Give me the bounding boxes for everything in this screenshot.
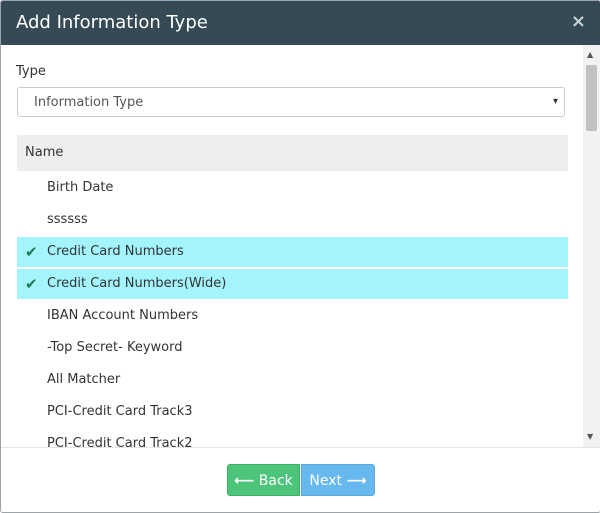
dialog-title: Add Information Type: [16, 12, 208, 33]
type-select-value: Information Type: [34, 95, 144, 110]
checkmark-icon: ✔: [25, 243, 38, 261]
row-label: IBAN Account Numbers: [47, 308, 199, 323]
type-label: Type: [16, 64, 46, 79]
table-row[interactable]: -Top Secret- Keyword: [17, 333, 568, 363]
back-button-label: Back: [258, 473, 293, 489]
information-type-table: Name Birth Date ssssss ✔ Credit Card Number…: [17, 135, 568, 447]
scrollbar-thumb[interactable]: [586, 65, 597, 131]
table-row[interactable]: All Matcher: [17, 365, 568, 395]
dialog-body: Type Information Type ▾ Name Birth Date s…: [1, 45, 600, 447]
row-label: -Top Secret- Keyword: [47, 340, 183, 355]
back-button[interactable]: ⟵ Back: [227, 464, 300, 496]
scroll-up-icon[interactable]: ▲: [587, 51, 593, 59]
table-row[interactable]: PCI-Credit Card Track2: [17, 429, 568, 447]
column-header-name: Name: [17, 135, 568, 171]
table-row[interactable]: Birth Date: [17, 173, 568, 203]
dialog-footer: ⟵ Back Next ⟶: [1, 447, 600, 512]
close-icon[interactable]: ×: [571, 11, 586, 33]
next-button[interactable]: Next ⟶: [301, 464, 375, 496]
row-label: Credit Card Numbers(Wide): [47, 276, 227, 291]
type-select[interactable]: Information Type ▾: [17, 87, 565, 117]
table-row[interactable]: IBAN Account Numbers: [17, 301, 568, 331]
table-row[interactable]: ✔ Credit Card Numbers: [17, 237, 568, 267]
row-label: PCI-Credit Card Track3: [47, 404, 193, 419]
chevron-down-icon: ▾: [552, 96, 558, 107]
table-row[interactable]: ssssss: [17, 205, 568, 235]
dialog-header: Add Information Type ×: [1, 1, 600, 45]
arrow-right-icon: ⟶: [346, 473, 367, 489]
scroll-down-icon[interactable]: ▼: [587, 433, 593, 441]
arrow-left-icon: ⟵: [234, 473, 255, 489]
next-button-label: Next: [309, 473, 343, 489]
row-label: Birth Date: [47, 180, 114, 195]
row-label: PCI-Credit Card Track2: [47, 436, 193, 447]
row-label: ssssss: [47, 212, 88, 227]
row-label: All Matcher: [47, 372, 121, 387]
table-row[interactable]: ✔ Credit Card Numbers(Wide): [17, 269, 568, 299]
table-row[interactable]: PCI-Credit Card Track3: [17, 397, 568, 427]
row-label: Credit Card Numbers: [47, 244, 184, 259]
checkmark-icon: ✔: [25, 275, 38, 293]
vertical-scrollbar[interactable]: ▲ ▼: [583, 45, 600, 447]
table-body: Birth Date ssssss ✔ Credit Card Numbers ✔ Cre…: [17, 173, 568, 447]
add-information-type-dialog: Add Information Type × Type Information …: [0, 0, 600, 513]
